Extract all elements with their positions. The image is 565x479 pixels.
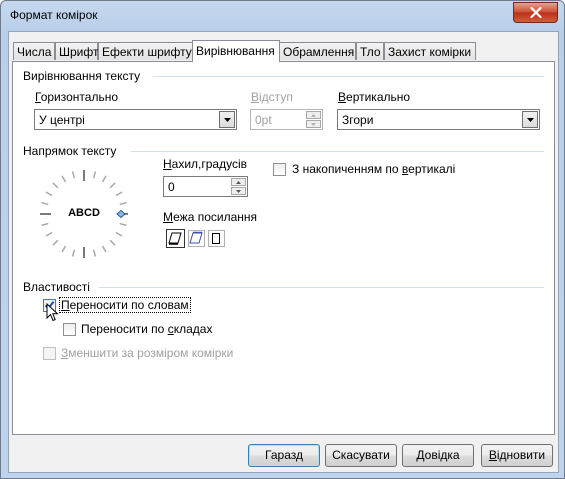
spin-down-icon[interactable] (306, 120, 321, 128)
spin-up-icon[interactable] (306, 111, 321, 119)
tab-alignment[interactable]: Вирівнювання (192, 40, 280, 62)
edge-top-icon (189, 231, 203, 244)
dial-tick (92, 171, 97, 179)
hyphenation-checkbox[interactable] (63, 323, 76, 336)
dial-tick (41, 222, 49, 227)
dial-tick (109, 182, 116, 189)
dial-tick (119, 201, 127, 206)
edge-top-button[interactable] (188, 230, 205, 247)
cancel-button[interactable]: Скасувати (325, 444, 397, 467)
dial-tick (115, 231, 123, 237)
dial-tick (61, 175, 67, 183)
section-divider (131, 151, 544, 152)
spin-down-icon[interactable] (231, 187, 246, 195)
dial-tick (119, 222, 127, 227)
angle-label: Нахил,градусів (163, 157, 248, 171)
dial-tick (109, 239, 116, 246)
dial-tick (52, 182, 59, 189)
edge-inside-button[interactable] (208, 230, 225, 247)
hyphenation-label: Переносити по складах (81, 322, 213, 336)
edge-inside-icon (212, 233, 220, 244)
shrink-label: Зменшити за розміром комірки (61, 346, 234, 360)
dial-tick (101, 175, 107, 183)
close-icon (529, 7, 542, 18)
dial-tick (41, 201, 49, 206)
dial-tick (71, 249, 76, 257)
indent-label: Відступ (251, 90, 293, 104)
spin-up-icon[interactable] (231, 178, 246, 186)
ok-button[interactable]: Гаразд (248, 444, 320, 467)
dial-tick (45, 231, 53, 237)
dial-tick (101, 245, 107, 253)
tab-numbers[interactable]: Числа (13, 42, 55, 60)
edge-bottom-button[interactable] (166, 229, 185, 248)
angle-value: 0 (168, 180, 175, 194)
angle-spinbox[interactable]: 0 (163, 176, 248, 197)
dial-text: ABCD (68, 207, 100, 219)
wrap-label: Переносити по словам (59, 297, 191, 313)
dial-tick (52, 239, 59, 246)
indent-spinbox[interactable]: 0pt (250, 109, 323, 130)
vertical-value: Згори (342, 113, 374, 127)
dial-tick (92, 249, 97, 257)
vertical-label: Вертикально (338, 90, 411, 104)
edge-bottom-icon (168, 232, 182, 245)
tab-borders[interactable]: Обрамлення (279, 42, 356, 60)
tab-cell-protection[interactable]: Захист комірки (384, 42, 476, 60)
dialog-body: Числа Шрифт Ефекти шрифту Вирівнювання О… (8, 31, 559, 473)
dial-tick (71, 171, 76, 179)
dial-tick (115, 191, 123, 197)
tab-font-effects[interactable]: Ефекти шрифту (98, 42, 193, 60)
chevron-down-icon[interactable] (522, 111, 538, 128)
dial-tick (45, 191, 53, 197)
window-title: Формат комірок (10, 8, 98, 22)
dial-tick (61, 245, 67, 253)
format-cells-dialog: Формат комірок Числа Шрифт Ефекти шрифту… (0, 0, 565, 479)
reset-button[interactable]: Відновити (481, 444, 553, 467)
tab-background[interactable]: Тло (356, 42, 384, 60)
chevron-down-icon[interactable] (219, 111, 235, 128)
title-bar[interactable]: Формат комірок (1, 1, 564, 31)
stacked-label: З накопиченням по вертикалі (292, 162, 456, 176)
reference-edge-label: Межа посилання (163, 210, 258, 224)
section-divider (99, 287, 544, 288)
horizontal-value: У центрі (39, 113, 85, 127)
section-divider (153, 76, 544, 77)
tab-font[interactable]: Шрифт (55, 42, 98, 60)
text-alignment-heading: Вирівнювання тексту (23, 69, 141, 83)
horizontal-label: Горизонтально (35, 90, 119, 104)
properties-heading: Властивості (23, 280, 90, 294)
alignment-panel: Вирівнювання тексту Горизонтально У цент… (12, 61, 555, 435)
orientation-dial[interactable]: ABCD (39, 169, 129, 259)
vertical-select[interactable]: Згори (337, 109, 540, 130)
help-button[interactable]: Довідка (402, 444, 474, 467)
indent-value: 0pt (255, 113, 272, 127)
text-orientation-heading: Напрямок тексту (23, 144, 117, 158)
horizontal-select[interactable]: У центрі (34, 109, 237, 130)
mouse-cursor-icon (46, 303, 59, 322)
stacked-checkbox[interactable] (273, 163, 286, 176)
close-button[interactable] (513, 2, 558, 23)
shrink-checkbox[interactable] (43, 347, 56, 360)
